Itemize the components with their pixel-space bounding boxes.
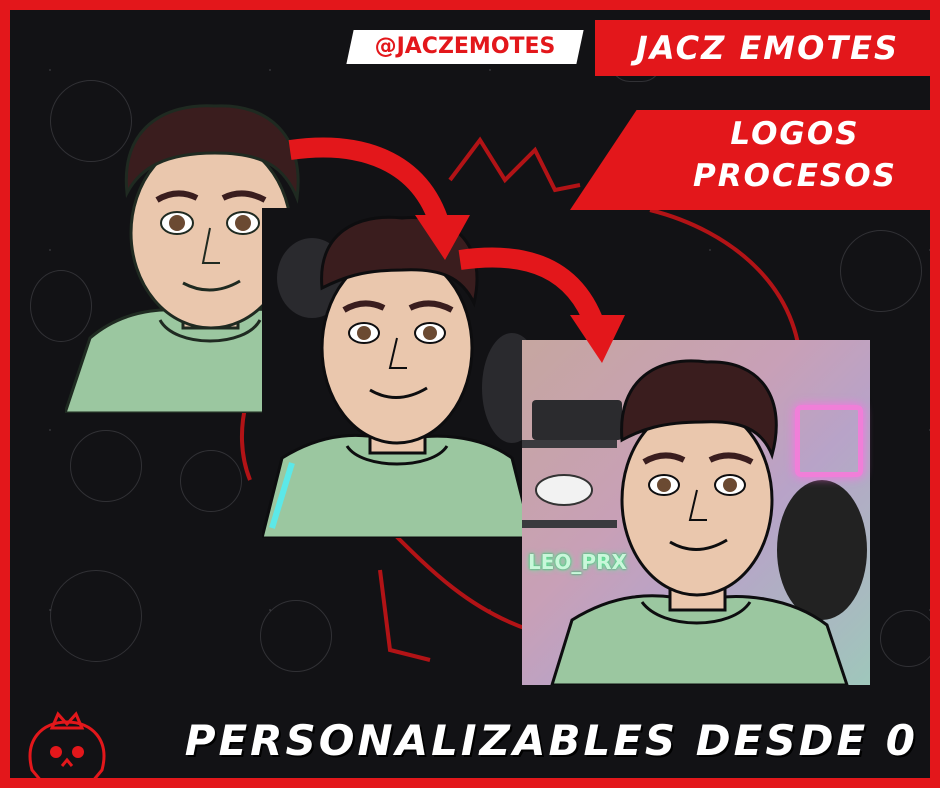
crown-skull-logo [24, 710, 110, 778]
brand-title: JACZ EMOTES [635, 29, 900, 67]
handle-text: @JACZEMOTES [374, 34, 556, 59]
bottom-headline: PERSONALIZABLES DESDE 0 [184, 716, 918, 765]
subtitle-line-2: PROCESOS [693, 158, 897, 194]
panel3-name-text: LEO_PRX [528, 550, 627, 574]
bottom-banner: PERSONALIZABLES DESDE 0 [120, 710, 930, 778]
brand-banner: JACZ EMOTES [595, 20, 930, 76]
arrow-icon-2 [458, 247, 625, 363]
handle-badge: @JACZEMOTES [346, 30, 584, 64]
subtitle-line-1: LOGOS [730, 116, 860, 152]
poster-frame: LEO_PRX @JACZEMOTES JACZ EMOTES LOGOS PR… [0, 0, 940, 788]
final-panel [522, 340, 870, 685]
twitch-icon [795, 405, 863, 477]
